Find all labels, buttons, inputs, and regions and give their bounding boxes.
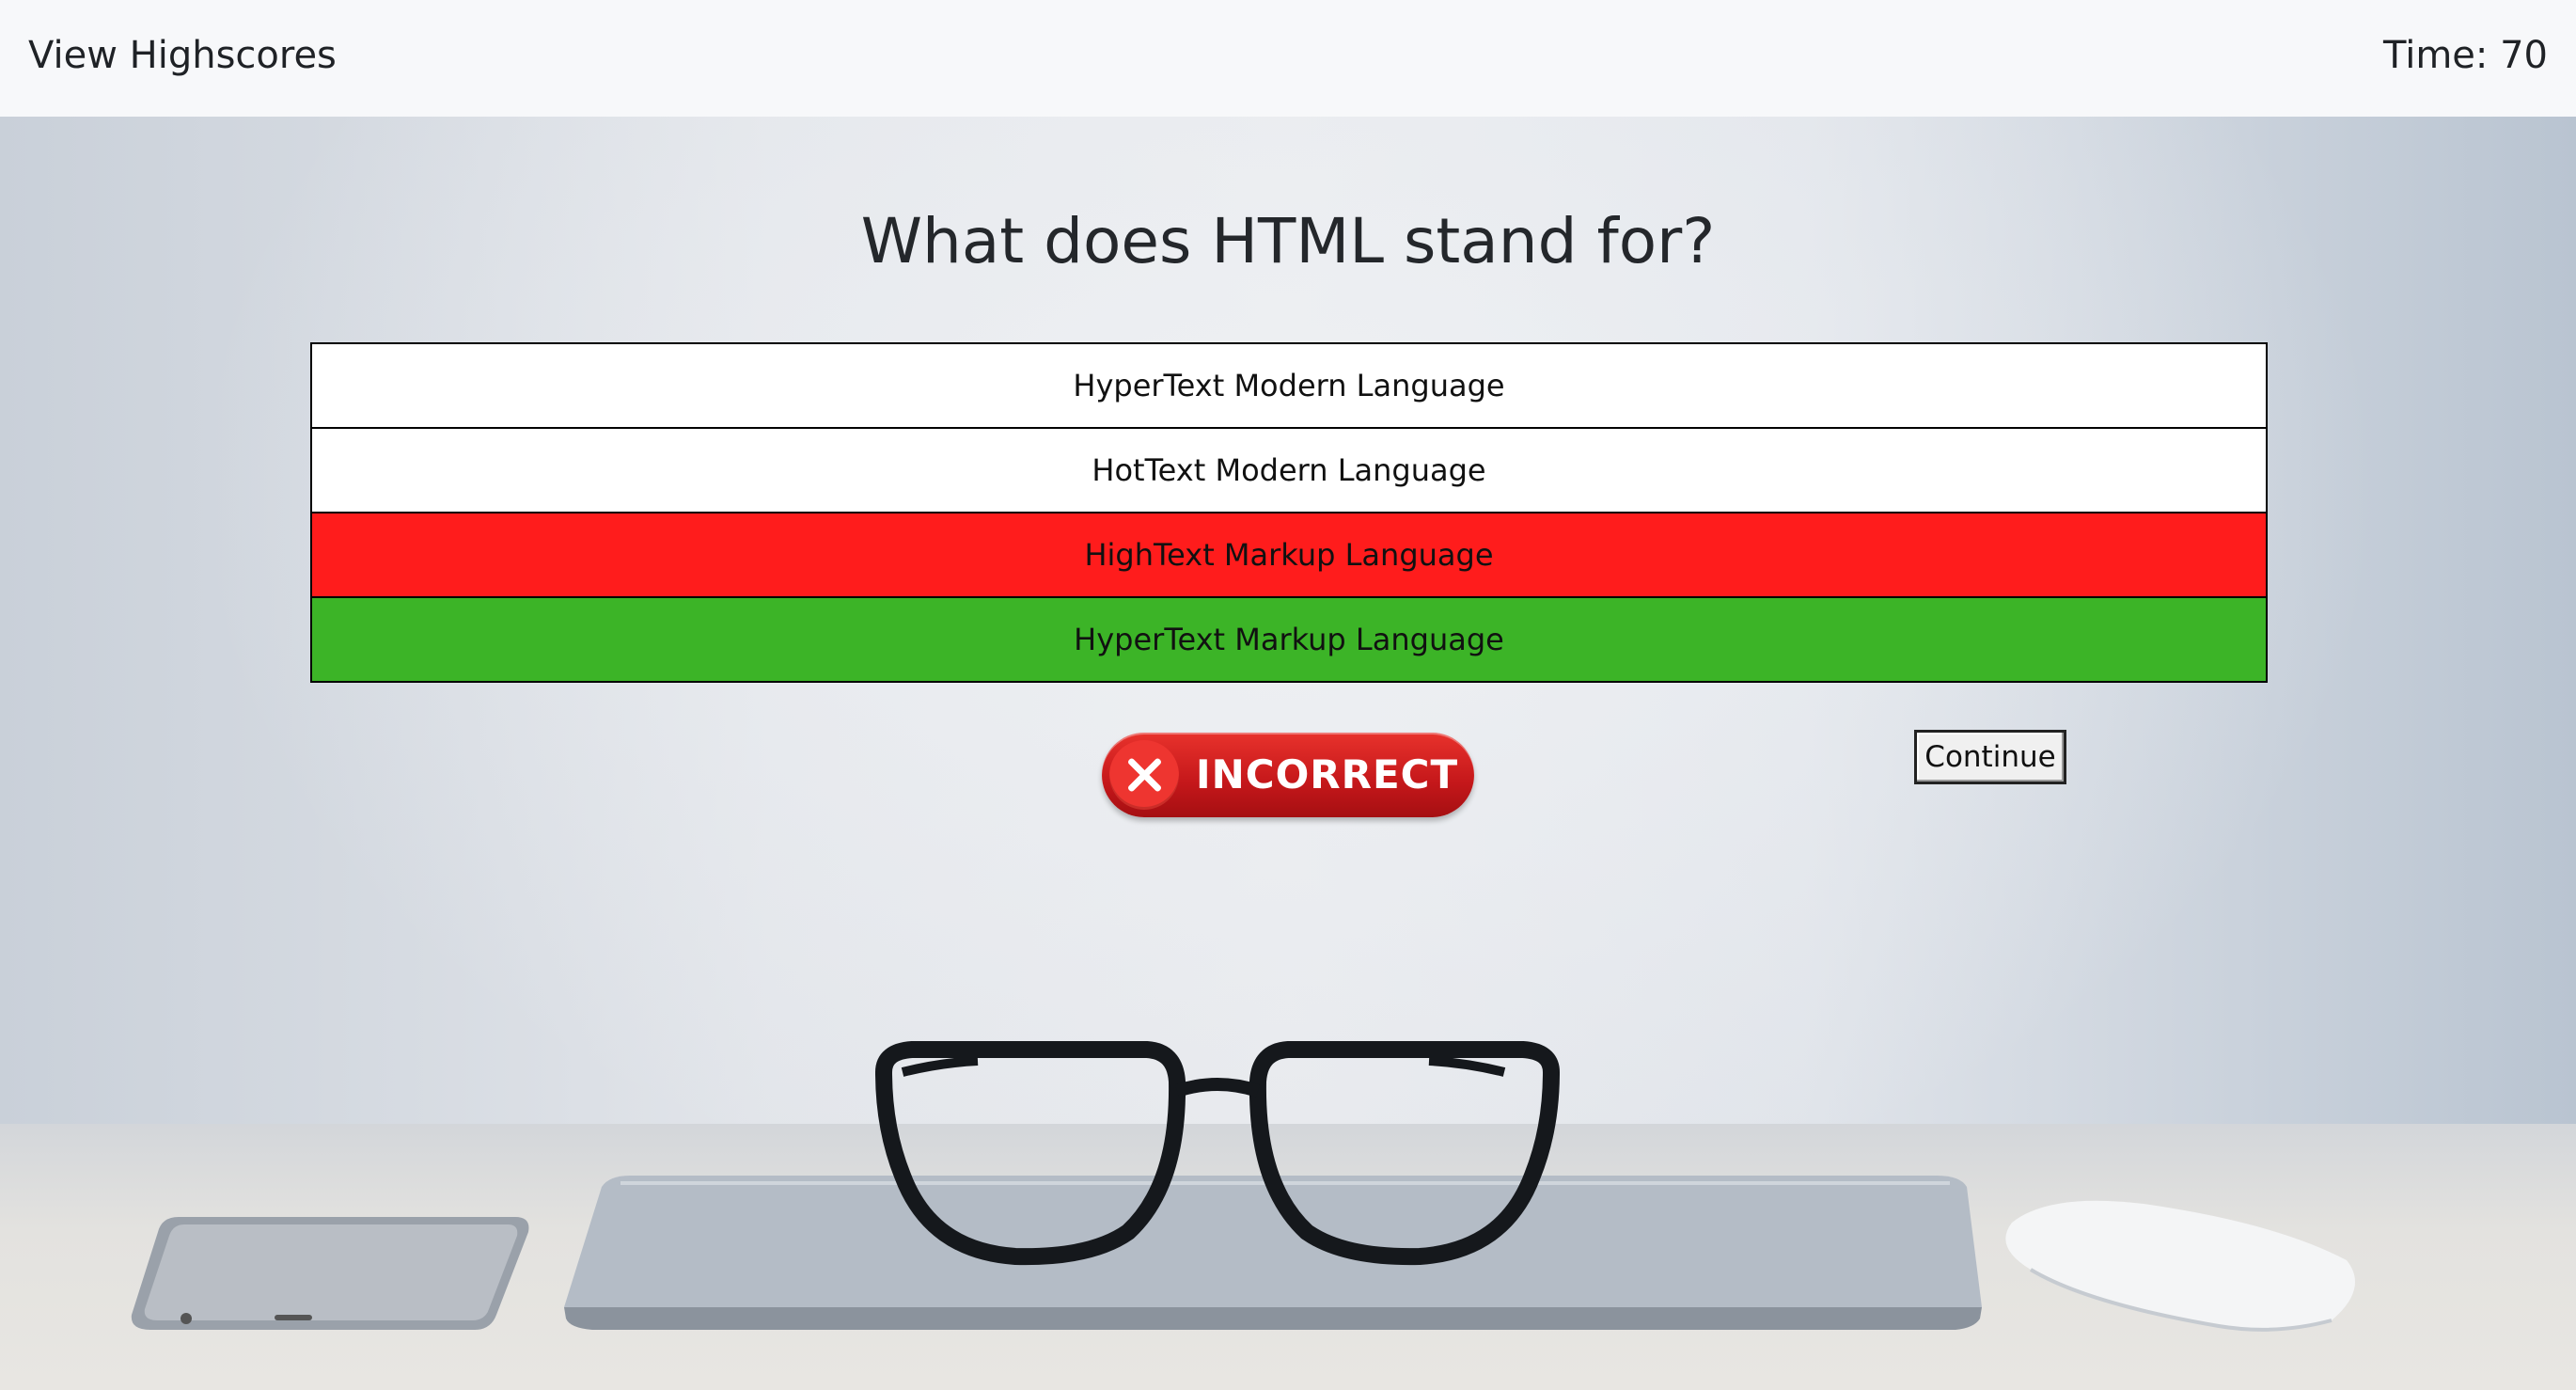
- quiz-page: View Highscores Time: 70 What does HTML …: [0, 0, 2576, 1390]
- view-highscores-link[interactable]: View Highscores: [28, 34, 337, 77]
- incorrect-badge: INCORRECT: [1102, 733, 1474, 817]
- timer-label: Time:: [2383, 34, 2489, 77]
- incorrect-badge-text: INCORRECT: [1196, 751, 1459, 798]
- phone-image: [131, 1217, 529, 1330]
- answer-option-1[interactable]: HyperText Modern Language: [310, 344, 2268, 429]
- question-title: What does HTML stand for?: [860, 205, 1716, 277]
- x-circle-icon: [1109, 740, 1179, 810]
- answer-option-3[interactable]: HighText Markup Language: [310, 513, 2268, 598]
- mouse-image: [2005, 1200, 2355, 1332]
- timer: Time: 70: [2383, 34, 2548, 77]
- timer-value: 70: [2500, 34, 2548, 77]
- answer-list: HyperText Modern Language HotText Modern…: [310, 342, 2268, 683]
- answer-option-2[interactable]: HotText Modern Language: [310, 429, 2268, 513]
- continue-button[interactable]: Continue: [1914, 730, 2066, 784]
- top-header: View Highscores Time: 70: [0, 0, 2576, 117]
- answer-option-4[interactable]: HyperText Markup Language: [310, 598, 2268, 683]
